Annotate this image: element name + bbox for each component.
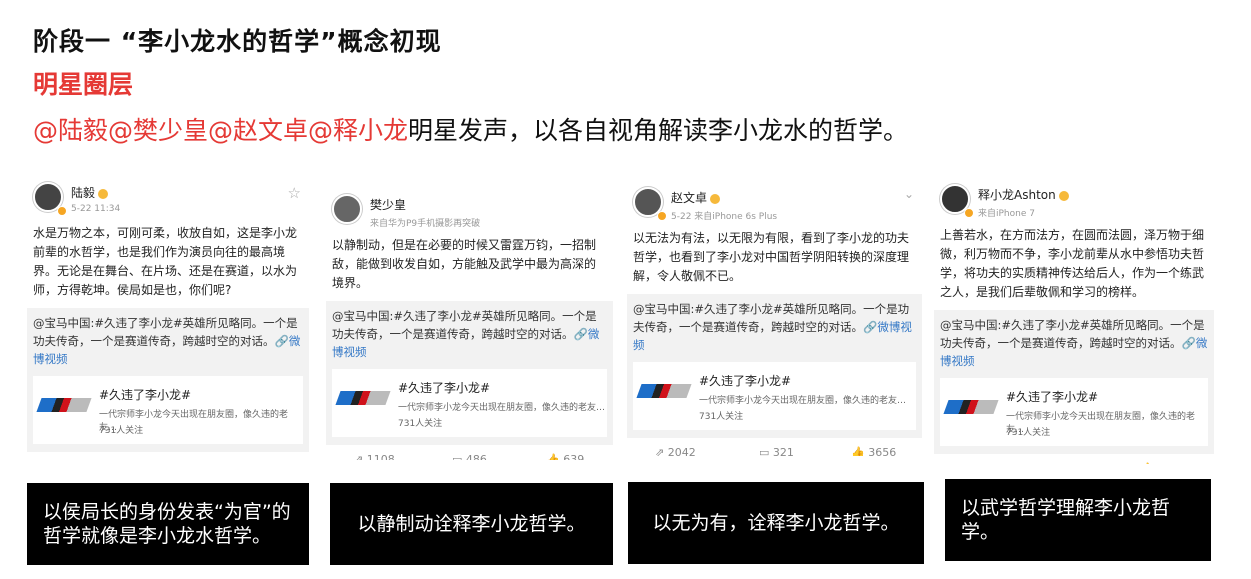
comment-count[interactable]: ▭ 2657 <box>1054 462 1096 464</box>
repost-block[interactable]: @宝马中国:#久违了李小龙#英雄所见略同。一个是功夫传奇，一个是赛道传奇，跨越时… <box>27 308 309 452</box>
weibo-post-card: 陆毅 5-22 11:34 ☆ 水是万物之本，可刚可柔，收放自如，这是李小龙前辈… <box>27 172 309 459</box>
repost-block[interactable]: @宝马中国:#久违了李小龙#英雄所见略同。一个是功夫传奇，一个是赛道传奇，跨越时… <box>326 301 613 445</box>
weibo-post-card: 释小龙Ashton 来自iPhone 7 上善若水，在方而法方，在圆而法圆，泽万… <box>934 174 1214 464</box>
repost-block[interactable]: @宝马中国:#久违了李小龙#英雄所见略同。一个是功夫传奇，一个是赛道传奇，跨越时… <box>934 310 1214 454</box>
star-icon[interactable]: ☆ <box>288 184 301 202</box>
repost-block[interactable]: @宝马中国:#久违了李小龙#英雄所见略同。一个是功夫传奇，一个是赛道传奇，跨越时… <box>627 294 922 438</box>
ad-followers: 731人关注 <box>398 419 443 429</box>
post-meta: 5-22 11:34 <box>71 204 121 214</box>
celebrity-mentions: @陆毅@樊少皇@赵文卓@释小龙 <box>33 116 409 145</box>
ad-card[interactable]: #久违了李小龙# 一代宗师李小龙今天出现在朋友圈，像久违的老友… 731人关注 <box>332 369 607 437</box>
ad-title: #久违了李小龙# <box>398 381 491 395</box>
post-meta: 来自华为P9手机摄影再突破 <box>370 219 481 229</box>
ad-followers: 731人关注 <box>1006 428 1051 438</box>
crown-icon <box>710 193 721 204</box>
verified-badge-icon <box>964 208 974 218</box>
caption-box: 以侯局长的身份发表“为官”的哲学就像是李小龙水哲学。 <box>27 483 309 565</box>
ad-title: #久违了李小龙# <box>99 388 192 402</box>
ad-followers: 731人关注 <box>699 412 744 422</box>
verified-badge-icon <box>57 206 67 216</box>
ad-title: #久违了李小龙# <box>1006 390 1099 404</box>
crown-icon <box>1058 190 1069 201</box>
repost-text: @宝马中国:#久违了李小龙#英雄所见略同。一个是功夫传奇，一个是赛道传奇，跨越时… <box>633 300 916 354</box>
like-count[interactable]: 👍 8898 <box>1140 462 1185 464</box>
ad-card[interactable]: #久违了李小龙# 一代宗师李小龙今天出现在朋友圈，像久违的老友… 731人关注 <box>633 362 916 430</box>
bmw-m-logo-icon <box>636 384 692 398</box>
ad-followers: 731人关注 <box>99 426 144 436</box>
repost-count[interactable]: ⇗ 1108 <box>354 453 395 460</box>
caption-box: 以武学哲学理解李小龙哲学。 <box>945 479 1211 561</box>
repost-body: @宝马中国:#久违了李小龙#英雄所见略同。一个是功夫传奇，一个是赛道传奇，跨越时… <box>332 309 597 341</box>
caption-box: 以无为有，诠释李小龙哲学。 <box>628 482 924 564</box>
post-content: 以静制动，但是在必要的时候又雷霆万钧，一招制敌，能做到收发自如，方能触及武学中最… <box>332 238 597 290</box>
repost-text: @宝马中国:#久违了李小龙#英雄所见略同。一个是功夫传奇，一个是赛道传奇，跨越时… <box>332 307 607 361</box>
ad-card[interactable]: #久违了李小龙# 一代宗师李小龙今天出现在朋友圈，像久违的老友… 731人关注 <box>940 378 1208 446</box>
post-content: 上善若水，在方而法方，在圆而法圆，泽万物于细微，利万物而不争，李小龙前辈从水中参… <box>940 228 1205 299</box>
page-title: 阶段一 “李小龙水的哲学”概念初现 <box>33 27 442 56</box>
bmw-m-logo-icon <box>943 400 999 414</box>
username[interactable]: 樊少皇 <box>370 196 406 213</box>
action-bar: ⇗ 1108 ▭ 486 👍 639 <box>326 445 613 460</box>
ad-title: #久违了李小龙# <box>699 374 792 388</box>
verified-badge-icon <box>657 211 667 221</box>
repost-body: @宝马中国:#久违了李小龙#英雄所见略同。一个是功夫传奇，一个是赛道传奇，跨越时… <box>940 318 1205 350</box>
summary-line: @陆毅@樊少皇@赵文卓@释小龙明星发声，以各自视角解读李小龙水的哲学。 <box>33 111 908 147</box>
repost-text: @宝马中国:#久违了李小龙#英雄所见略同。一个是功夫传奇，一个是赛道传奇，跨越时… <box>940 316 1208 370</box>
username[interactable]: 陆毅 <box>71 184 109 201</box>
action-bar: ⇗ 2042 ▭ 321 👍 3656 <box>627 438 922 456</box>
post-content: 水是万物之本，可刚可柔，收放自如，这是李小龙前辈的水哲学，也是我们作为演员向往的… <box>33 226 298 297</box>
ad-description: 一代宗师李小龙今天出现在朋友圈，像久违的老友… <box>699 396 907 406</box>
avatar[interactable] <box>332 194 362 224</box>
crown-icon <box>98 188 109 199</box>
action-bar: ⇗ 2万 ▭ 3981 👍 1万 <box>27 452 309 459</box>
summary-text: 明星发声，以各自视角解读李小龙水的哲学。 <box>408 116 909 145</box>
username[interactable]: 赵文卓 <box>671 189 721 206</box>
bmw-m-logo-icon <box>335 391 391 405</box>
section-subtitle: 明星圈层 <box>33 70 134 99</box>
repost-count[interactable]: ⇗ 2042 <box>655 446 696 456</box>
comment-count[interactable]: ▭ 486 <box>452 453 487 460</box>
repost-count[interactable]: ⇗ 1816 <box>962 462 1003 464</box>
caption-box: 以静制动诠释李小龙哲学。 <box>330 483 613 565</box>
weibo-post-card: 樊少皇 来自华为P9手机摄影再突破 以静制动，但是在必要的时候又雷霆万钧，一招制… <box>326 184 613 460</box>
like-count[interactable]: 👍 639 <box>546 453 584 460</box>
username[interactable]: 释小龙Ashton <box>978 186 1069 203</box>
ad-card[interactable]: #久违了李小龙# 一代宗师李小龙今天出现在朋友圈，像久违的老友… 731人关注 <box>33 376 303 444</box>
repost-text: @宝马中国:#久违了李小龙#英雄所见略同。一个是功夫传奇，一个是赛道传奇，跨越时… <box>33 314 303 368</box>
like-count[interactable]: 👍 3656 <box>851 446 896 456</box>
post-content: 以无法为有法，以无限为有限，看到了李小龙的功夫哲学，也看到了李小龙对中国哲学阴阳… <box>633 231 910 283</box>
action-bar: ⇗ 1816 ▭ 2657 👍 8898 <box>934 454 1214 464</box>
weibo-post-card: 赵文卓 5-22 来自iPhone 6s Plus ⌄ 以无法为有法，以无限为有… <box>627 177 922 456</box>
repost-body: @宝马中国:#久违了李小龙#英雄所见略同。一个是功夫传奇，一个是赛道传奇，跨越时… <box>33 316 298 348</box>
post-meta: 来自iPhone 7 <box>978 209 1035 219</box>
post-meta: 5-22 来自iPhone 6s Plus <box>671 212 778 222</box>
bmw-m-logo-icon <box>36 398 92 412</box>
chevron-down-icon[interactable]: ⌄ <box>904 187 914 201</box>
ad-description: 一代宗师李小龙今天出现在朋友圈，像久违的老友… <box>398 403 606 413</box>
comment-count[interactable]: ▭ 321 <box>759 446 794 456</box>
